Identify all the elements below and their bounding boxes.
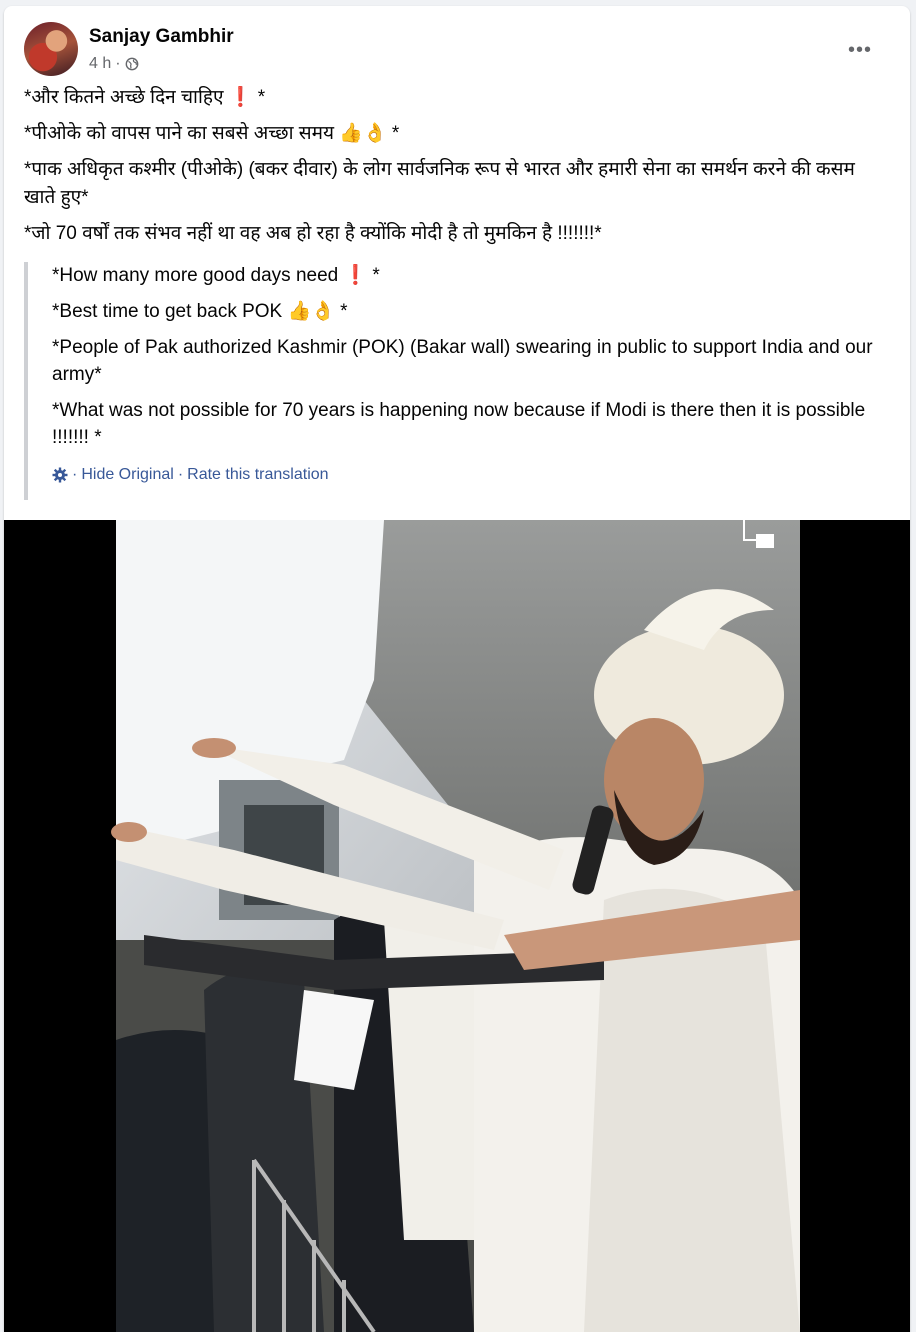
original-text: *और कितने अच्छे दिन चाहिए ❗ * *पीओके को … — [24, 84, 882, 256]
original-line: *पीओके को वापस पाने का सबसे अच्छा समय 👍👌… — [24, 123, 400, 144]
action-separator: · — [72, 466, 78, 483]
post-header: Sanjay Gambhir 4 h · ••• — [24, 22, 890, 78]
video-frame — [111, 520, 800, 1332]
translation-line: *People of Pak authorized Kashmir (POK) … — [52, 337, 873, 385]
original-line: *पाक अधिकृत कश्मीर (पीओके) (बकर दीवार) क… — [24, 159, 855, 208]
hide-original-link[interactable]: Hide Original — [81, 461, 173, 488]
original-line: *जो 70 वर्षों तक संभव नहीं था वह अब हो र… — [24, 223, 602, 244]
post-meta: 4 h · — [89, 55, 139, 73]
avatar[interactable] — [24, 22, 78, 76]
rate-translation-link[interactable]: Rate this translation — [187, 461, 328, 488]
post-card: Sanjay Gambhir 4 h · ••• *और कितने अच्छे… — [4, 6, 910, 1332]
translation-block: *How many more good days need ❗ * *Best … — [24, 262, 890, 500]
gear-icon[interactable] — [52, 467, 68, 483]
meta-separator: · — [115, 55, 121, 72]
translation-line: *What was not possible for 70 years is h… — [52, 400, 866, 448]
translation-actions: · Hide Original · Rate this translation — [52, 461, 890, 488]
post-video[interactable] — [4, 520, 910, 1332]
more-icon: ••• — [847, 39, 872, 61]
translation-line: *Best time to get back POK 👍👌 * — [52, 301, 348, 322]
globe-icon — [125, 57, 138, 71]
original-line: *और कितने अच्छे दिन चाहिए ❗ * — [24, 87, 266, 108]
author-name[interactable]: Sanjay Gambhir — [89, 26, 234, 48]
more-options-button[interactable]: ••• — [842, 32, 878, 68]
translation-line: *How many more good days need ❗ * — [52, 265, 380, 286]
post-time[interactable]: 4 h — [89, 55, 111, 73]
action-separator: · — [177, 466, 184, 483]
